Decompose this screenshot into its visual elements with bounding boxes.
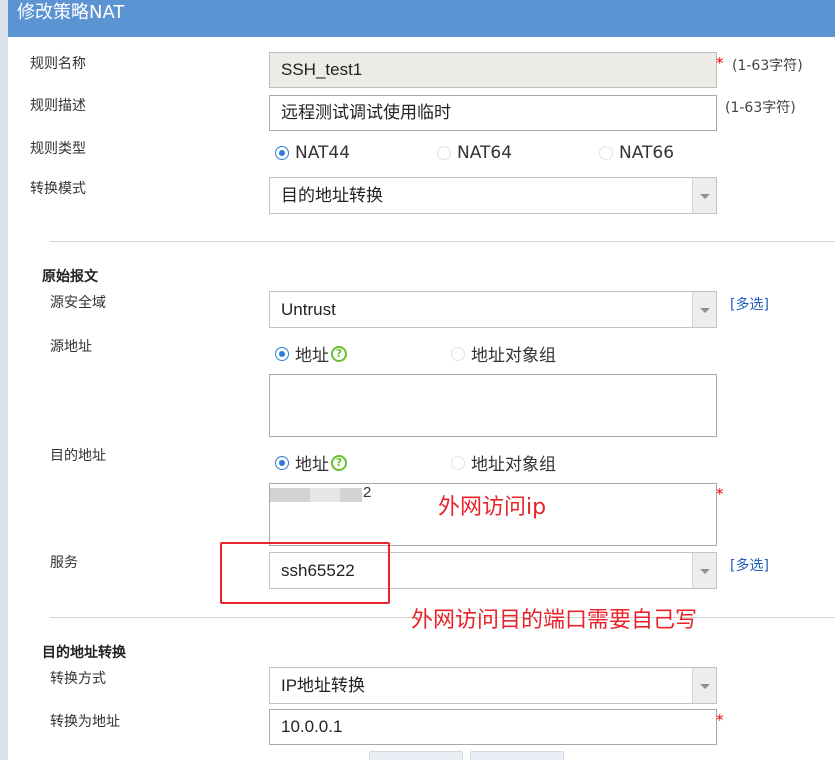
radio-unselected-icon — [599, 146, 613, 160]
radio-selected-icon — [275, 146, 289, 160]
rule-desc-hint: (1-63字符) — [725, 100, 796, 116]
chevron-down-icon[interactable] — [692, 668, 716, 703]
src-addr-label: 源地址 — [50, 339, 92, 355]
radio-unselected-icon — [451, 455, 465, 470]
original-packet-title: 原始报文 — [42, 269, 98, 285]
section-divider — [50, 241, 835, 242]
rule-name-label: 规则名称 — [30, 56, 86, 72]
help-circle-icon[interactable]: ? — [331, 345, 347, 362]
radio-nat44[interactable]: NAT44 — [275, 143, 350, 163]
redacted-ip-mosaic — [270, 488, 310, 502]
chevron-down-icon[interactable] — [692, 292, 716, 327]
rule-desc-label: 规则描述 — [30, 98, 86, 114]
service-label: 服务 — [50, 555, 78, 571]
translate-to-addr-input[interactable]: 10.0.0.1 — [269, 709, 717, 745]
rule-name-hint: (1-63字符) — [732, 58, 803, 74]
redacted-ip-mosaic — [310, 488, 340, 502]
src-zone-select[interactable]: Untrust — [269, 291, 717, 328]
rule-type-label: 规则类型 — [30, 141, 86, 157]
cancel-button[interactable] — [470, 751, 564, 760]
required-mark: * — [716, 711, 724, 729]
radio-nat66-label: NAT66 — [619, 143, 675, 163]
ok-button[interactable] — [369, 751, 463, 760]
redacted-ip-mosaic — [340, 488, 362, 502]
src-zone-value: Untrust — [281, 300, 336, 319]
dst-addr-radio-address[interactable]: 地址 ? — [275, 450, 347, 475]
service-multi-select-link[interactable]: [多选] — [730, 555, 769, 575]
radio-unselected-icon — [437, 146, 451, 160]
translation-method-select[interactable]: IP地址转换 — [269, 667, 717, 704]
dst-addr-radio-address-label: 地址 — [295, 455, 329, 475]
dst-addr-radio-group[interactable]: 地址对象组 — [451, 450, 556, 475]
convert-mode-label: 转换模式 — [30, 181, 86, 197]
translation-method-value: IP地址转换 — [281, 676, 366, 695]
src-addr-radio-address-label: 地址 — [295, 346, 329, 366]
convert-mode-select[interactable]: 目的地址转换 — [269, 177, 717, 214]
annotation-external-port: 外网访问目的端口需要自己写 — [411, 608, 698, 633]
dst-addr-label: 目的地址 — [50, 448, 106, 464]
src-addr-radio-address[interactable]: 地址 ? — [275, 341, 347, 366]
translate-to-addr-label: 转换为地址 — [50, 714, 120, 730]
radio-nat64[interactable]: NAT64 — [437, 143, 512, 163]
src-addr-radio-group-label: 地址对象组 — [471, 346, 556, 366]
dst-translation-title: 目的地址转换 — [42, 645, 126, 661]
radio-nat66[interactable]: NAT66 — [599, 143, 674, 163]
rule-name-input[interactable]: SSH_test1 — [269, 52, 717, 88]
dst-addr-visible-digit: 2 — [363, 484, 372, 501]
src-addr-radio-group[interactable]: 地址对象组 — [451, 341, 556, 366]
dialog-title: 修改策略NAT — [8, 0, 835, 37]
radio-selected-icon — [275, 455, 289, 470]
radio-nat44-label: NAT44 — [295, 143, 351, 163]
help-circle-icon[interactable]: ? — [331, 454, 347, 471]
src-zone-multi-select-link[interactable]: [多选] — [730, 294, 769, 314]
radio-selected-icon — [275, 346, 289, 361]
required-mark: * — [716, 54, 724, 72]
rule-desc-input[interactable]: 远程测试调试使用临时 — [269, 95, 717, 131]
annotation-external-ip: 外网访问ip — [438, 495, 547, 520]
annotation-highlight-box — [220, 542, 390, 604]
chevron-down-icon[interactable] — [692, 178, 716, 213]
radio-nat64-label: NAT64 — [457, 143, 513, 163]
translation-method-label: 转换方式 — [50, 671, 106, 687]
dst-addr-radio-group-label: 地址对象组 — [471, 455, 556, 475]
src-addr-textarea[interactable] — [269, 374, 717, 437]
required-mark: * — [716, 485, 724, 503]
radio-unselected-icon — [451, 346, 465, 361]
chevron-down-icon[interactable] — [692, 553, 716, 588]
left-frame-border — [0, 0, 8, 760]
src-zone-label: 源安全域 — [50, 295, 106, 311]
convert-mode-value: 目的地址转换 — [281, 186, 383, 205]
